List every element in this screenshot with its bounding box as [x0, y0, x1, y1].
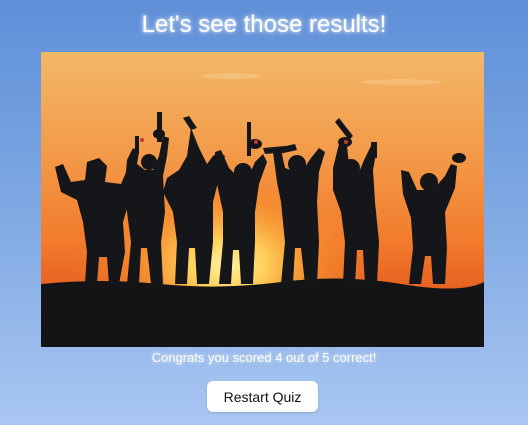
score-message: Congrats you scored 4 out of 5 correct! [151, 350, 377, 365]
celebration-image [41, 52, 484, 347]
results-heading: Let's see those results! [141, 11, 387, 38]
restart-quiz-button[interactable]: Restart Quiz [207, 381, 318, 412]
